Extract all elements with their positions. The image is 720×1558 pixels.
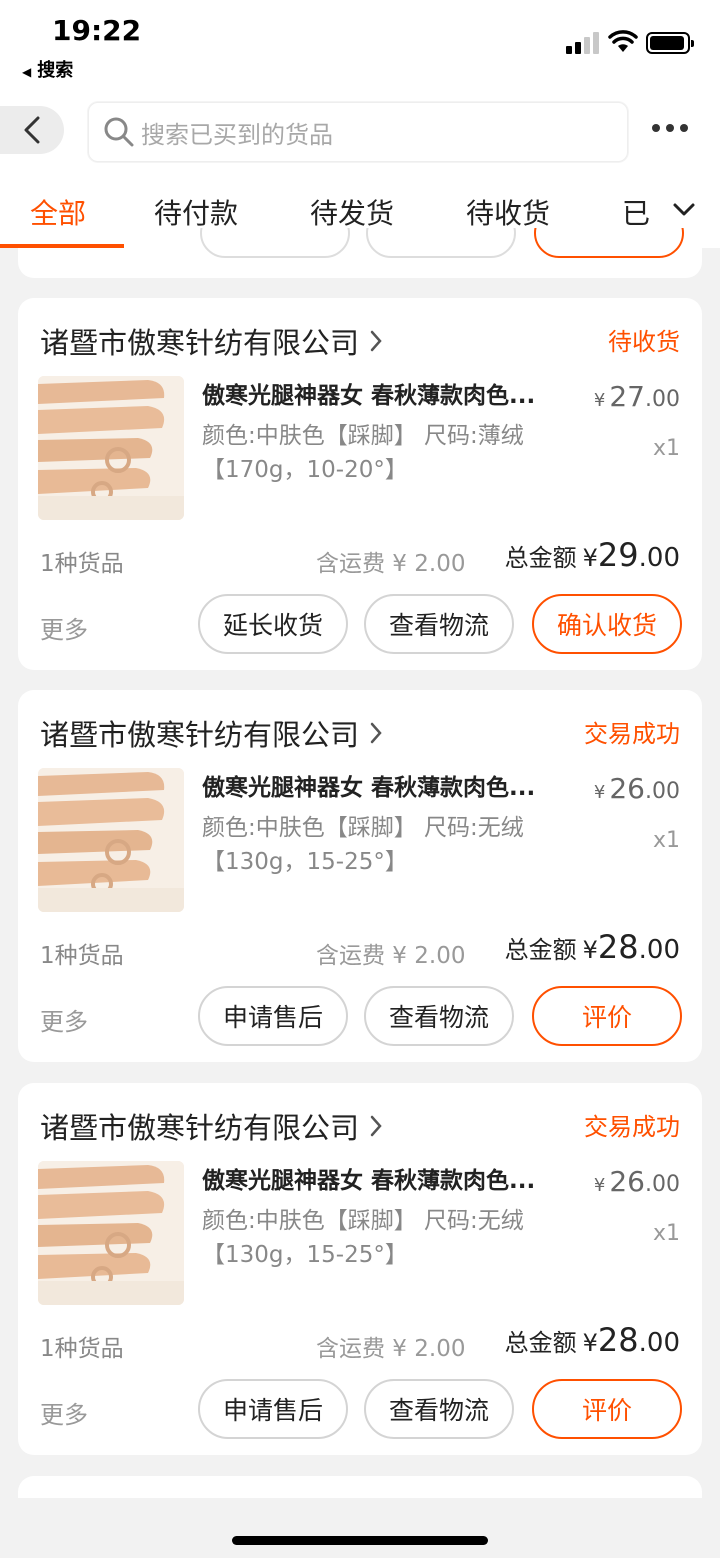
unit-price: ¥27.00 [593,380,680,413]
confirm-receipt-button[interactable]: 确认收货 [532,594,682,654]
unit-price: ¥26.00 [593,772,680,805]
chevron-down-icon[interactable] [672,202,696,218]
order-status: 待收货 [608,328,680,356]
shop-name[interactable]: 诸暨市傲寒针纺有限公司 [40,1105,383,1147]
chevron-right-icon [370,722,382,744]
shipping-fee: 含运费 ¥ 2.00 [316,943,466,969]
chevron-left-icon [24,116,40,144]
order-card-partial [18,228,702,278]
search-input[interactable]: 搜索已买到的货品 [88,102,628,162]
clock: 19:22 [52,14,142,47]
top-nav: 搜索已买到的货品 [0,90,720,174]
view-logistics-button[interactable]: 查看物流 [364,1379,514,1439]
shop-name-label: 诸暨市傲寒针纺有限公司 [40,718,360,752]
order-total: 总金额 ¥28.00 [504,1321,680,1359]
order-card[interactable]: 诸暨市傲寒针纺有限公司 交易成功 傲寒光腿神器女 春秋薄款肉色... 颜色:中肤… [18,690,702,1062]
product-title[interactable]: 傲寒光腿神器女 春秋薄款肉色... [202,1161,535,1195]
unit-price: ¥26.00 [593,1165,680,1198]
tab-pending-payment[interactable]: 待付款 [154,192,238,232]
product-spec: 颜色:中肤色【踩脚】 尺码:无绒 [202,1208,524,1234]
more-link[interactable]: 更多 [40,610,88,645]
order-status: 交易成功 [584,720,680,748]
view-logistics-button[interactable]: 查看物流 [364,986,514,1046]
order-action-button-partial[interactable] [366,228,516,258]
product-image[interactable] [38,768,184,912]
active-tab-indicator [0,244,124,248]
product-spec: 【130g，15-25°】 [202,1242,408,1268]
product-spec: 颜色:中肤色【踩脚】 尺码:薄绒 [202,423,524,449]
chevron-right-icon [370,330,382,352]
after-sales-button[interactable]: 申请售后 [198,1379,348,1439]
tab-pending-shipment[interactable]: 待发货 [310,192,394,232]
quantity: x1 [652,828,680,853]
shipping-fee: 含运费 ¥ 2.00 [316,551,466,577]
signal-icon [566,30,602,54]
product-image[interactable] [38,1161,184,1305]
shop-name-label: 诸暨市傲寒针纺有限公司 [40,326,360,360]
shop-name-label: 诸暨市傲寒针纺有限公司 [40,1111,360,1145]
tab-all[interactable]: 全部 [30,192,86,232]
extend-receipt-button[interactable]: 延长收货 [198,594,348,654]
shop-name[interactable]: 诸暨市傲寒针纺有限公司 [40,320,383,362]
tab-completed[interactable]: 已 [622,192,650,232]
review-button[interactable]: 评价 [532,1379,682,1439]
more-link[interactable]: 更多 [40,1002,88,1037]
chevron-right-icon [370,1115,382,1137]
order-action-button-partial[interactable] [200,228,350,258]
battery-icon [646,32,694,54]
order-total: 总金额 ¥29.00 [504,536,680,574]
order-card[interactable]: 诸暨市傲寒针纺有限公司 交易成功 傲寒光腿神器女 春秋薄款肉色... 颜色:中肤… [18,1083,702,1455]
order-action-button-partial[interactable] [534,228,684,258]
back-to-app-link[interactable]: ◀ 搜索 [22,56,73,82]
product-spec: 【130g，15-25°】 [202,849,408,875]
product-title[interactable]: 傲寒光腿神器女 春秋薄款肉色... [202,376,535,410]
search-icon [104,117,134,147]
order-card[interactable]: 诸暨市傲寒针纺有限公司 待收货 傲寒光腿神器女 春秋薄款肉色... 颜色:中肤色… [18,298,702,670]
quantity: x1 [652,436,680,461]
more-menu-icon[interactable] [652,124,688,132]
shop-name[interactable]: 诸暨市傲寒针纺有限公司 [40,712,383,754]
product-title[interactable]: 傲寒光腿神器女 春秋薄款肉色... [202,768,535,802]
home-bar-area [0,1498,720,1558]
product-image[interactable] [38,376,184,520]
shipping-fee: 含运费 ¥ 2.00 [316,1336,466,1362]
more-link[interactable]: 更多 [40,1395,88,1430]
quantity: x1 [652,1221,680,1246]
order-status: 交易成功 [584,1113,680,1141]
item-count: 1种货品 [40,1336,124,1362]
item-count: 1种货品 [40,551,124,577]
back-triangle-icon: ◀ [22,65,32,79]
back-app-label: 搜索 [37,60,74,81]
tab-pending-receipt[interactable]: 待收货 [466,192,550,232]
product-spec: 颜色:中肤色【踩脚】 尺码:无绒 [202,815,524,841]
home-indicator[interactable] [232,1536,488,1545]
review-button[interactable]: 评价 [532,986,682,1046]
after-sales-button[interactable]: 申请售后 [198,986,348,1046]
product-spec: 【170g，10-20°】 [202,457,408,483]
order-total: 总金额 ¥28.00 [504,928,680,966]
item-count: 1种货品 [40,943,124,969]
back-button[interactable] [0,106,64,154]
status-bar: 19:22 ◀ 搜索 [0,0,720,90]
view-logistics-button[interactable]: 查看物流 [364,594,514,654]
search-placeholder: 搜索已买到的货品 [141,120,333,149]
wifi-icon [608,30,638,52]
